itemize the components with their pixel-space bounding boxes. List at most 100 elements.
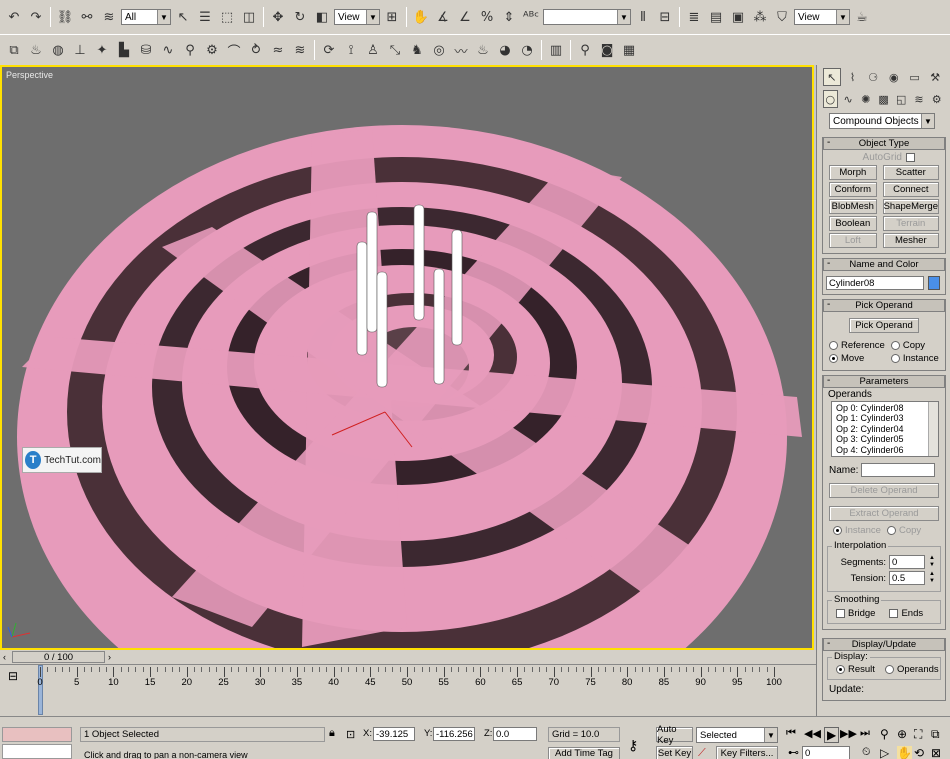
object-type-button-boolean[interactable]: Boolean (829, 216, 877, 231)
mirror-icon[interactable]: ⫴ (633, 7, 653, 27)
object-type-button-conform[interactable]: Conform (829, 182, 877, 197)
motion-tab-icon[interactable]: ◉ (885, 68, 903, 86)
shapes-icon[interactable]: ∿ (841, 90, 856, 108)
maxscript-listener-white[interactable] (2, 744, 72, 759)
ik-icon[interactable]: ⤡ (385, 40, 405, 60)
time-slider[interactable]: ‹ 0 / 100 › (0, 650, 816, 664)
utilities-tab-icon[interactable]: ⚒ (926, 68, 944, 86)
move-icon[interactable]: ✥ (268, 7, 288, 27)
systems-icon[interactable]: ⚙ (929, 90, 944, 108)
rollout-header[interactable]: - Pick Operand (823, 299, 945, 312)
spinner-snap-icon[interactable]: ⇕ (499, 7, 519, 27)
lock-icon[interactable]: 🔒︎ (329, 727, 335, 740)
camera-icon[interactable]: ▙ (114, 40, 134, 60)
prev-frame-icon[interactable]: ‹ (3, 652, 6, 662)
environment-icon[interactable]: ◔ (517, 40, 537, 60)
lights-icon[interactable]: ✺ (858, 90, 873, 108)
schematic-view-icon[interactable]: ▣ (728, 7, 748, 27)
render-type-dropdown[interactable]: View ▼ (794, 9, 850, 25)
object-type-button-blobmesh[interactable]: BlobMesh (829, 199, 877, 214)
tension-field[interactable]: 0.5 (889, 571, 925, 585)
next-key-icon[interactable]: ▶▶ (840, 727, 857, 740)
biped-icon[interactable]: ♙ (363, 40, 383, 60)
selection-filter-dropdown[interactable]: All ▼ (121, 9, 171, 25)
zoom-viewport-icon[interactable]: ⚲ (880, 727, 889, 741)
operand-list-item[interactable]: Op 2: Cylinder04 (834, 424, 936, 434)
percent-snap-icon[interactable]: % (477, 7, 497, 27)
bone-icon[interactable]: ⟟ (341, 40, 361, 60)
manipulate-icon[interactable]: ✋ (411, 7, 431, 27)
spline-icon[interactable]: ∿ (158, 40, 178, 60)
create-tab-icon[interactable]: ↖ (823, 68, 841, 86)
object-type-button-morph[interactable]: Morph (829, 165, 877, 180)
z-coordinate-field[interactable]: 0.0 (493, 727, 537, 741)
maxscript-listener[interactable] (2, 727, 72, 742)
object-type-button-loft[interactable]: Loft (829, 233, 877, 248)
move-radio[interactable]: Move (829, 353, 885, 364)
pivot-center-icon[interactable]: ⊞ (382, 7, 402, 27)
particle-icon[interactable]: ⚲ (180, 40, 200, 60)
absolute-mode-icon[interactable]: ⊡ (346, 728, 355, 741)
render-frame-icon[interactable]: ◙ (597, 40, 617, 60)
track-bar[interactable]: ⊟ 0 5 10 15 20 25 30 35 40 45 50 55 60 65 70 75 80 85 90 95… (0, 664, 816, 716)
rotate-icon[interactable]: ↻ (290, 7, 310, 27)
operand-name-field[interactable] (861, 463, 936, 477)
sphere-icon[interactable]: ◍ (48, 40, 68, 60)
y-coordinate-field[interactable]: -116.256 (433, 727, 475, 741)
prev-key-icon[interactable]: ◀◀ (804, 727, 821, 740)
key-icon[interactable]: ⚷ (628, 737, 638, 754)
copy-radio-disabled[interactable]: Copy (887, 525, 935, 536)
segments-spinner[interactable]: ▲ ▼ (928, 555, 936, 569)
x-coordinate-field[interactable]: -39.125 (373, 727, 415, 741)
walk-icon[interactable]: ♞ (407, 40, 427, 60)
tension-spinner[interactable]: ▲ ▼ (928, 571, 936, 585)
object-type-button-scatter[interactable]: Scatter (882, 165, 939, 180)
quick-render-icon[interactable]: ☕ (852, 7, 872, 27)
select-by-name-icon[interactable]: ☰ (195, 7, 215, 27)
layer-manager-icon[interactable]: ≣ (684, 7, 704, 27)
result-radio[interactable]: Result (836, 664, 875, 675)
auto-key-button[interactable]: Auto Key (656, 724, 693, 746)
cameras-icon[interactable]: ▩ (876, 90, 891, 108)
helper-icon[interactable]: ⛁ (136, 40, 156, 60)
wave-icon[interactable]: ≈ (268, 40, 288, 60)
film-icon[interactable]: ▦ (619, 40, 639, 60)
next-frame-icon[interactable]: › (108, 652, 111, 662)
helpers-icon[interactable]: ◱ (894, 90, 909, 108)
render-scene-icon[interactable]: ⛉ (772, 7, 792, 27)
hierarchy-tab-icon[interactable]: ⚆ (864, 68, 882, 86)
angle-snap-icon[interactable]: ∠ (455, 7, 475, 27)
time-config-icon[interactable]: ⏲ (862, 746, 871, 759)
go-to-end-icon[interactable]: ⏭ (860, 727, 870, 740)
bridge-checkbox[interactable]: Bridge (836, 608, 875, 619)
key-mode-dropdown[interactable]: Selected ▼ (696, 727, 778, 743)
curve-editor-icon[interactable]: ▤ (706, 7, 726, 27)
copy-radio[interactable]: Copy (890, 340, 939, 351)
operands-scrollbar[interactable] (928, 402, 938, 456)
key-filters-button[interactable]: Key Filters... (716, 746, 778, 759)
align-icon[interactable]: ⊟ (655, 7, 675, 27)
autogrid-checkbox[interactable] (906, 153, 915, 162)
script-icon[interactable]: ▥ (546, 40, 566, 60)
viewport-label[interactable]: Perspective (6, 70, 53, 80)
instance-radio[interactable]: Instance (890, 353, 939, 364)
light-icon[interactable]: ✦ (92, 40, 112, 60)
object-type-button-shapemerge[interactable]: ShapeMerge (882, 199, 939, 214)
plane-icon[interactable]: ⊥ (70, 40, 90, 60)
current-frame-field[interactable]: 0 (802, 746, 850, 759)
select-link-icon[interactable]: ⛓ (55, 7, 75, 27)
render-icon[interactable]: ◕ (495, 40, 515, 60)
rollout-header[interactable]: - Parameters (823, 375, 945, 388)
undo-icon[interactable]: ↶ (4, 7, 24, 27)
category-dropdown[interactable]: Compound Objects ▼ (829, 113, 935, 129)
perspective-viewport[interactable]: Perspective T TechTut.com (0, 65, 814, 650)
fov-icon[interactable]: ▷ (880, 746, 889, 759)
bend-icon[interactable]: ⌒ (224, 40, 244, 60)
operands-list[interactable]: Op 0: Cylinder08 Op 1: Cylinder03 Op 2: Cy… (831, 401, 939, 457)
zoom-icon[interactable]: ⚲ (575, 40, 595, 60)
add-time-tag-button[interactable]: Add Time Tag (548, 747, 620, 759)
spacewarps-icon[interactable]: ≋ (912, 90, 927, 108)
set-key-button[interactable]: Set Key (656, 746, 693, 759)
operand-list-item[interactable]: Op 3: Cylinder05 (834, 434, 936, 444)
operand-list-item[interactable]: Op 0: Cylinder08 (834, 403, 936, 413)
